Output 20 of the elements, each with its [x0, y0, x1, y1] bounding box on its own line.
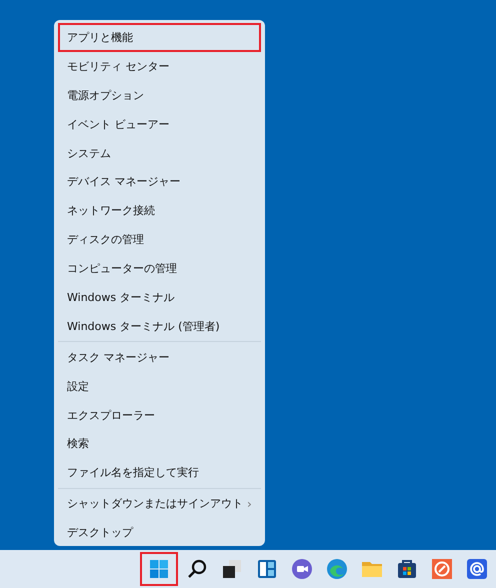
menu-item[interactable]: 電源オプション: [58, 80, 261, 110]
menu-item[interactable]: デバイス マネージャー: [58, 167, 261, 196]
menu-item[interactable]: ファイル名を指定して実行: [58, 458, 261, 488]
menu-item[interactable]: イベント ビューアー: [58, 110, 261, 139]
menu-item[interactable]: ネットワーク接続: [58, 196, 261, 226]
windows-logo-icon[interactable]: [140, 552, 178, 586]
menu-item[interactable]: アプリと機能: [58, 23, 261, 52]
menu-item[interactable]: 検索: [58, 429, 261, 458]
menu-item[interactable]: システム: [58, 138, 261, 168]
menu-item[interactable]: シャットダウンまたはサインアウト ›: [58, 489, 261, 518]
chevron-icon: ›: [247, 496, 252, 511]
menu-item[interactable]: タスク マネージャー: [58, 342, 261, 372]
menu-item[interactable]: モビリティ センター: [58, 52, 261, 81]
menu-item[interactable]: ディスクの管理: [58, 225, 261, 254]
menu-item[interactable]: Windows ターミナル: [58, 283, 261, 312]
menu-item[interactable]: 設定: [58, 372, 261, 401]
menu-item[interactable]: Windows ターミナル (管理者): [58, 312, 261, 341]
menu-item[interactable]: デスクトップ: [58, 518, 261, 548]
menu-item[interactable]: コンピューターの管理: [58, 254, 261, 284]
menu-item[interactable]: エクスプローラー: [58, 400, 261, 430]
